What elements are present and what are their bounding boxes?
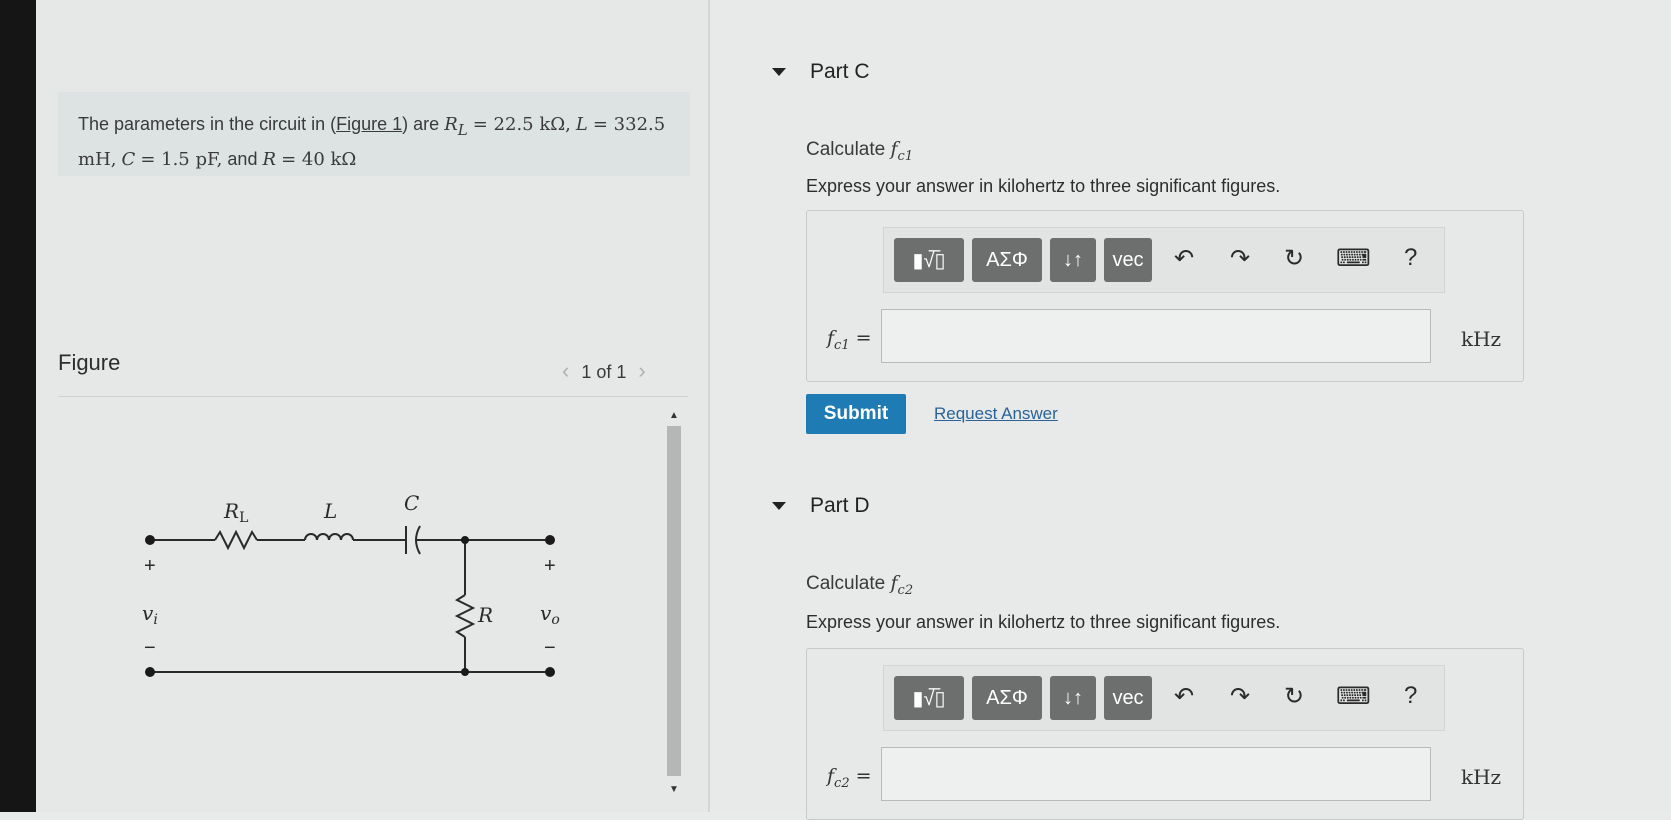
fc1-label: fc1 = <box>827 327 872 353</box>
figure-scrollbar[interactable]: ▲ ▼ <box>665 410 683 802</box>
request-answer-link[interactable]: Request Answer <box>934 404 1058 424</box>
math-toolbar: ▮√̅▯ ΑΣΦ ↓↑ vec ↶ ↷ ↻ ⌨ ? <box>883 665 1445 731</box>
inductor-symbol <box>304 533 354 541</box>
templates-button[interactable]: ▮√̅▯ <box>894 676 964 720</box>
part-d-header[interactable]: Part D <box>772 494 870 518</box>
label-l: L <box>323 499 337 523</box>
subscript-button[interactable]: ↓↑ <box>1050 238 1096 282</box>
subscript-button[interactable]: ↓↑ <box>1050 676 1096 720</box>
scroll-up-arrow-icon[interactable]: ▲ <box>669 410 679 421</box>
undo-icon[interactable]: ↶ <box>1174 682 1194 711</box>
vector-button[interactable]: vec <box>1104 676 1152 720</box>
label-c: C <box>404 491 419 515</box>
part-d-instructions: Express your answer in kilohertz to thre… <box>806 612 1281 632</box>
greek-letters-button[interactable]: ΑΣΦ <box>972 238 1042 282</box>
collapse-caret-icon[interactable] <box>772 68 786 77</box>
math-toolbar: ▮√̅▯ ΑΣΦ ↓↑ vec ↶ ↷ ↻ ⌨ ? <box>883 227 1445 293</box>
fc1-unit: kHz <box>1461 327 1502 351</box>
terminal-vi-top <box>145 535 155 545</box>
fc1-input[interactable] <box>881 309 1431 363</box>
circuit-diagram: RL L C R vi vo + − + − <box>142 491 560 677</box>
figure-pager: ‹ 1 of 1 › <box>550 358 658 384</box>
scroll-down-arrow-icon[interactable]: ▼ <box>669 784 679 795</box>
fc2-label: fc2 = <box>827 765 872 791</box>
reset-icon[interactable]: ↻ <box>1284 682 1304 711</box>
screen-bezel <box>0 0 36 812</box>
pager-count: 1 of 1 <box>581 362 627 382</box>
collapse-caret-icon[interactable] <box>772 502 786 511</box>
templates-button[interactable]: ▮√̅▯ <box>894 238 964 282</box>
fc2-unit: kHz <box>1461 765 1502 789</box>
part-d-prompt: Calculate fc2 <box>806 572 914 598</box>
label-r: R <box>477 603 493 627</box>
terminal-vi-bottom <box>145 667 155 677</box>
part-d-answer-box: ▮√̅▯ ΑΣΦ ↓↑ vec ↶ ↷ ↻ ⌨ ? fc2 = kHz <box>806 648 1524 820</box>
label-vi: vi <box>142 601 158 628</box>
part-c-header[interactable]: Part C <box>772 60 870 84</box>
help-icon[interactable]: ? <box>1404 244 1417 272</box>
vo-plus: + <box>544 555 556 577</box>
vi-minus: − <box>144 637 156 659</box>
node-top <box>461 536 469 544</box>
redo-icon[interactable]: ↷ <box>1230 682 1250 711</box>
keyboard-icon[interactable]: ⌨ <box>1336 244 1371 273</box>
vi-plus: + <box>144 555 156 577</box>
fc2-input[interactable] <box>881 747 1431 801</box>
label-rl: RL <box>223 499 248 526</box>
terminal-vo-top <box>545 535 555 545</box>
submit-button[interactable]: Submit <box>806 394 906 434</box>
keyboard-icon[interactable]: ⌨ <box>1336 682 1371 711</box>
vector-button[interactable]: vec <box>1104 238 1152 282</box>
part-c-instructions: Express your answer in kilohertz to thre… <box>806 176 1281 196</box>
resistor-r-symbol <box>454 594 476 638</box>
redo-icon[interactable]: ↷ <box>1230 244 1250 273</box>
figure-link[interactable]: Figure 1 <box>336 114 402 134</box>
next-figure-arrow-icon[interactable]: › <box>638 358 645 383</box>
scroll-thumb[interactable] <box>667 426 681 776</box>
resistor-rl-symbol <box>214 529 258 551</box>
problem-statement: The parameters in the circuit in (Figure… <box>78 114 666 170</box>
part-c-answer-box: ▮√̅▯ ΑΣΦ ↓↑ vec ↶ ↷ ↻ ⌨ ? fc1 = kHz <box>806 210 1524 382</box>
undo-icon[interactable]: ↶ <box>1174 244 1194 273</box>
part-c-prompt: Calculate fc1 <box>806 138 914 164</box>
prev-figure-arrow-icon[interactable]: ‹ <box>562 358 569 383</box>
vo-minus: − <box>544 637 556 659</box>
node-bottom <box>461 668 469 676</box>
help-icon[interactable]: ? <box>1404 682 1417 710</box>
greek-letters-button[interactable]: ΑΣΦ <box>972 676 1042 720</box>
terminal-vo-bottom <box>545 667 555 677</box>
reset-icon[interactable]: ↻ <box>1284 244 1304 273</box>
figure-divider <box>58 396 688 397</box>
figure-heading: Figure <box>58 350 121 375</box>
label-vo: vo <box>540 601 560 628</box>
